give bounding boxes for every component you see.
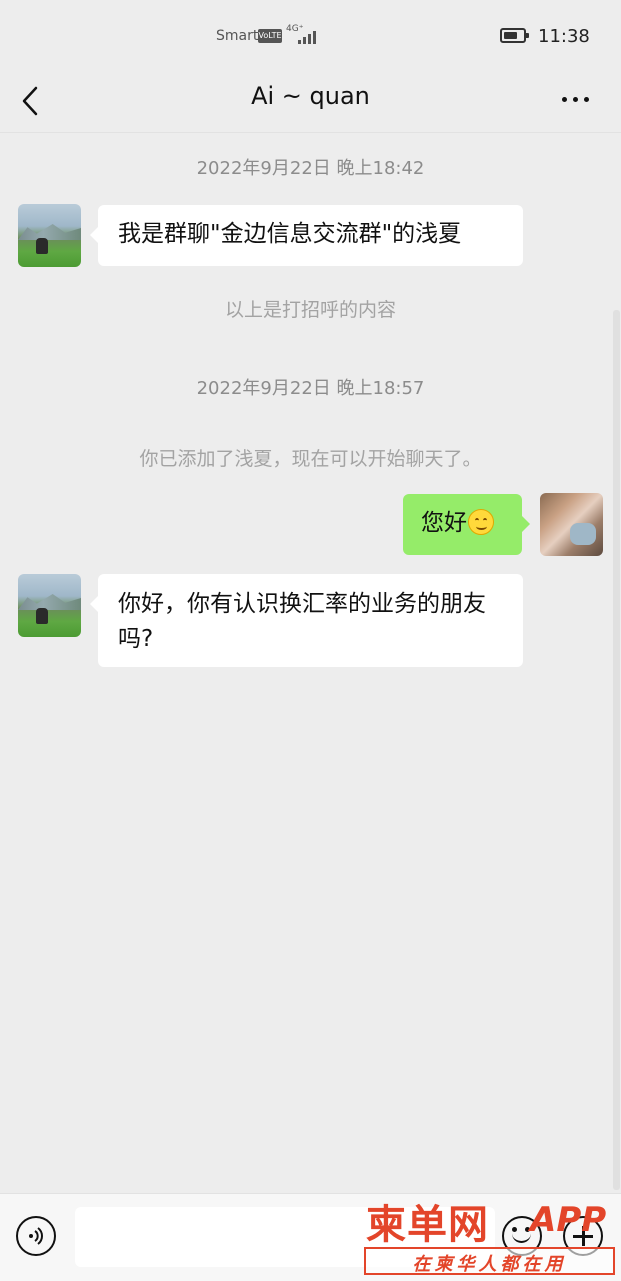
incoming-message-bubble[interactable]: 你好，你有认识换汇率的业务的朋友吗? (90, 574, 523, 667)
system-message: 以上是打招呼的内容 (224, 299, 396, 321)
voice-input-button[interactable] (16, 1216, 56, 1256)
watermark-tagline-box: 在柬华人都在用 (364, 1247, 615, 1275)
battery-icon (500, 28, 529, 43)
message-timestamp: 2022年9月22日 晚上18:57 (196, 378, 425, 399)
battery-level (504, 32, 517, 39)
message-text: 我是群聊"金边信息交流群"的浅夏 (118, 221, 462, 247)
contact-avatar[interactable] (18, 204, 81, 267)
message-text: 你好，你有认识换汇率的业务的朋友吗? (118, 591, 486, 652)
smile-emoji-icon (468, 509, 494, 535)
watermark-logo: 柬单网 APP 在柬华人都在用 (362, 1192, 617, 1278)
watermark-brand: 柬单网 (366, 1202, 489, 1248)
more-options-button[interactable] (552, 80, 600, 120)
contact-avatar[interactable] (18, 574, 81, 637)
status-bar: Smart VoLTE 4G⁺ 11:38 (0, 0, 621, 70)
watermark-app-label: APP (530, 1200, 607, 1240)
incoming-message-bubble[interactable]: 我是群聊"金边信息交流群"的浅夏 (90, 205, 523, 266)
system-message: 你已添加了浅夏，现在可以开始聊天了。 (139, 448, 482, 470)
outgoing-message-bubble[interactable]: 您好 (403, 494, 530, 555)
message-timestamp: 2022年9月22日 晚上18:42 (196, 158, 425, 179)
self-avatar[interactable] (540, 493, 603, 556)
message-text: 您好 (421, 510, 467, 536)
volte-badge: VoLTE (258, 29, 282, 43)
status-time: 11:38 (538, 26, 590, 47)
scrollbar[interactable] (613, 310, 620, 1190)
voice-icon (29, 1227, 43, 1245)
watermark-tagline: 在柬华人都在用 (412, 1254, 567, 1275)
chat-header: Ai ~ quan (0, 70, 621, 133)
chat-title: Ai ~ quan (251, 82, 370, 110)
signal-icon (296, 30, 318, 44)
carrier-label: Smart (216, 28, 259, 44)
